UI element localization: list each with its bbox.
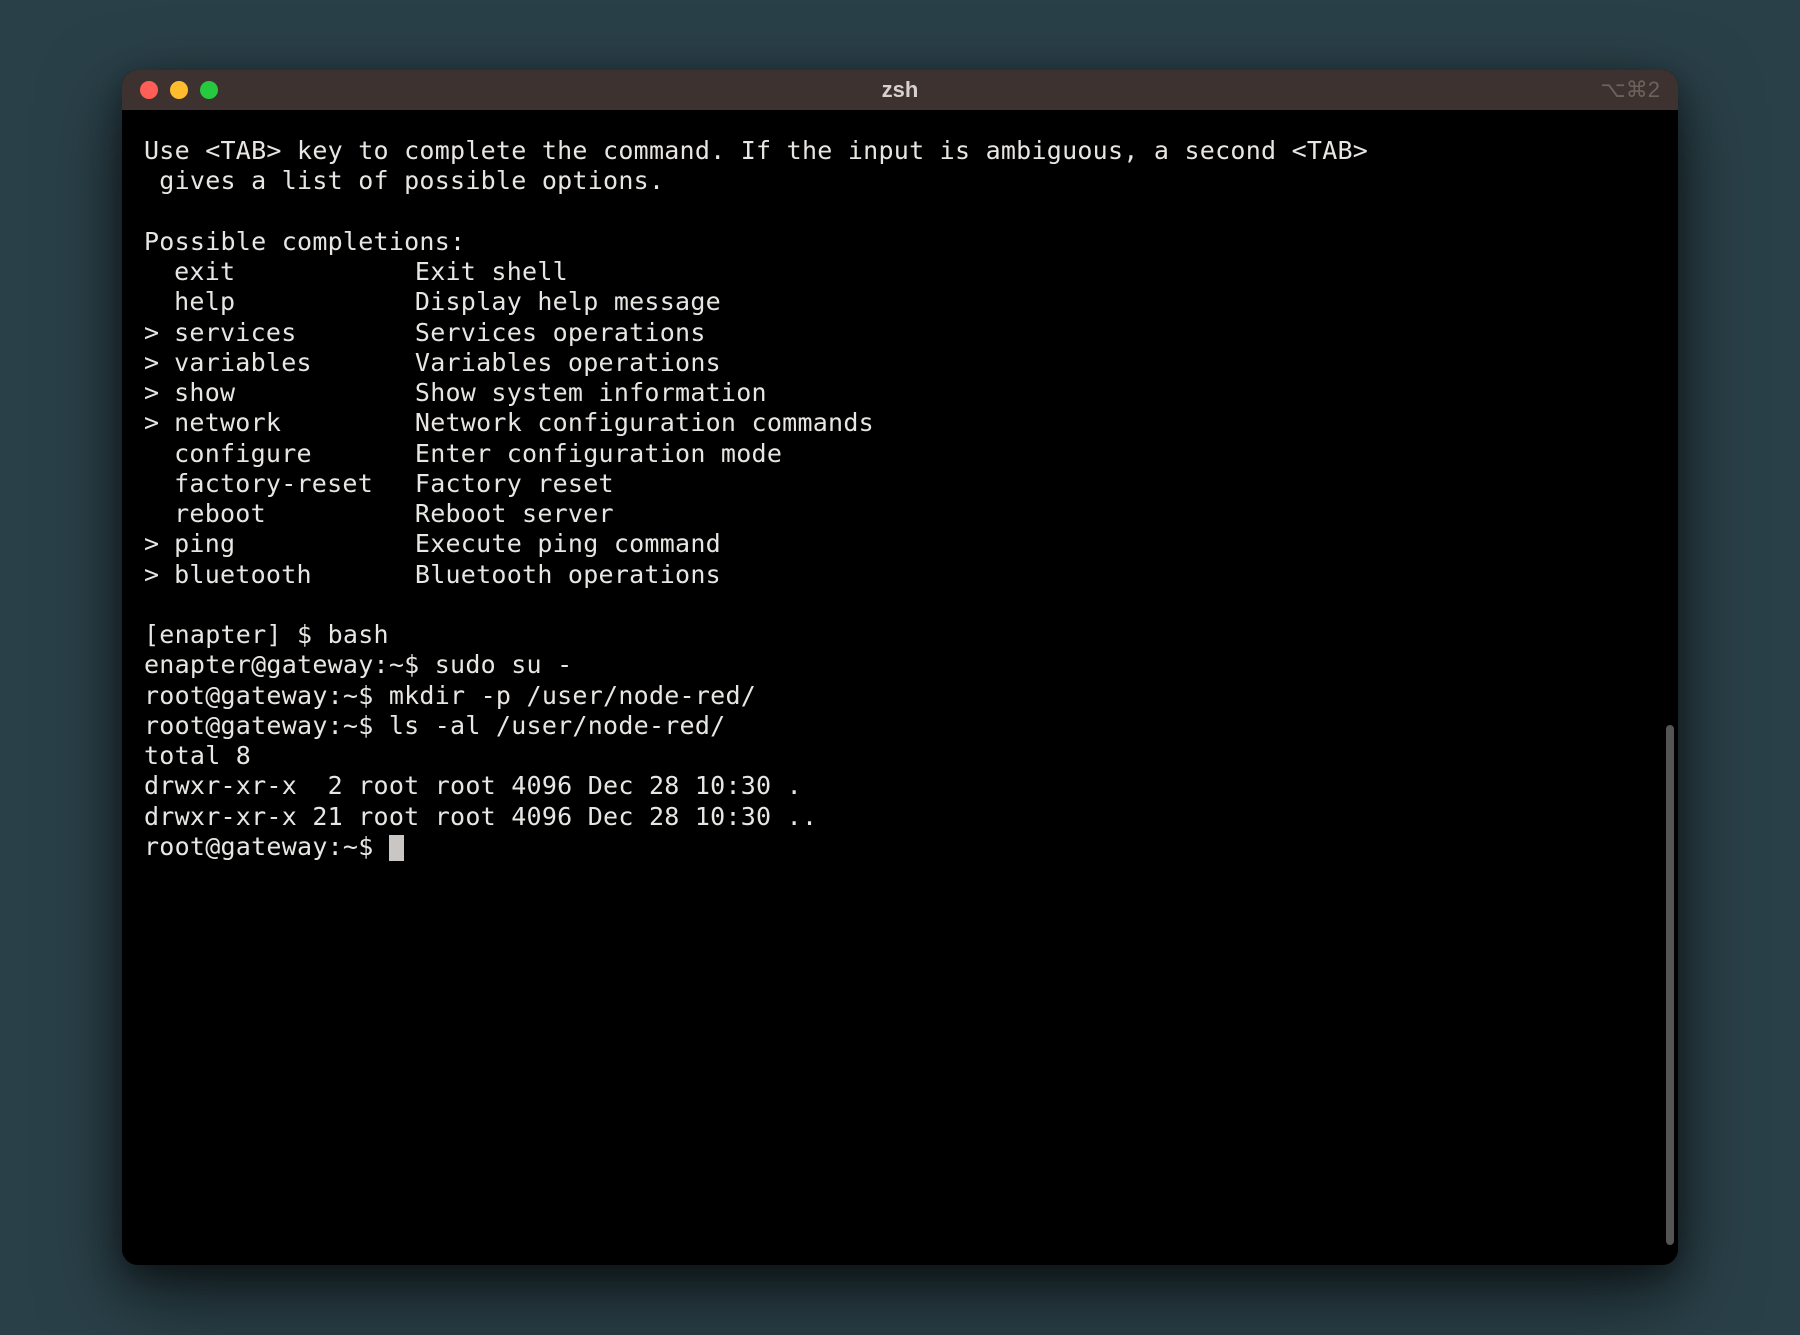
completion-desc: Bluetooth operations xyxy=(415,560,721,590)
shell-line: drwxr-xr-x 2 root root 4096 Dec 28 10:30… xyxy=(144,771,1656,801)
completion-desc: Enter configuration mode xyxy=(415,439,782,469)
completion-row: configureEnter configuration mode xyxy=(144,439,1656,469)
prompt-line[interactable]: root@gateway:~$ xyxy=(144,832,1656,862)
completion-cmd: configure xyxy=(174,439,415,469)
blank-line xyxy=(144,590,1656,620)
shell-line: enapter@gateway:~$ sudo su - xyxy=(144,650,1656,680)
completion-desc: Network configuration commands xyxy=(415,408,874,438)
completion-cmd: factory-reset xyxy=(174,469,415,499)
completion-cmd: bluetooth xyxy=(174,560,415,590)
close-button[interactable] xyxy=(140,81,158,99)
completion-row: > pingExecute ping command xyxy=(144,529,1656,559)
completion-row: > variablesVariables operations xyxy=(144,348,1656,378)
shell-line: drwxr-xr-x 21 root root 4096 Dec 28 10:3… xyxy=(144,802,1656,832)
completion-cmd: exit xyxy=(174,257,415,287)
completion-cmd: show xyxy=(174,378,415,408)
completion-row: factory-resetFactory reset xyxy=(144,469,1656,499)
completion-desc: Reboot server xyxy=(415,499,614,529)
completion-desc: Execute ping command xyxy=(415,529,721,559)
completion-cmd: reboot xyxy=(174,499,415,529)
shell-line: root@gateway:~$ mkdir -p /user/node-red/ xyxy=(144,681,1656,711)
completion-desc: Factory reset xyxy=(415,469,614,499)
minimize-button[interactable] xyxy=(170,81,188,99)
intro-line: gives a list of possible options. xyxy=(144,166,1656,196)
completion-marker xyxy=(144,287,174,317)
completion-marker: > xyxy=(144,529,174,559)
completion-row: helpDisplay help message xyxy=(144,287,1656,317)
completion-cmd: network xyxy=(174,408,415,438)
completion-cmd: services xyxy=(174,318,415,348)
title-bar: zsh ⌥⌘2 xyxy=(122,70,1678,110)
completion-desc: Variables operations xyxy=(415,348,721,378)
completion-marker: > xyxy=(144,318,174,348)
completion-marker: > xyxy=(144,560,174,590)
terminal-content[interactable]: Use <TAB> key to complete the command. I… xyxy=(122,110,1678,1265)
completion-row: rebootReboot server xyxy=(144,499,1656,529)
window-shortcut-badge: ⌥⌘2 xyxy=(1600,77,1660,103)
window-title: zsh xyxy=(882,77,919,103)
shell-line: root@gateway:~$ ls -al /user/node-red/ xyxy=(144,711,1656,741)
scrollbar-thumb[interactable] xyxy=(1666,725,1674,1245)
completion-marker: > xyxy=(144,378,174,408)
completion-desc: Services operations xyxy=(415,318,706,348)
completion-marker xyxy=(144,469,174,499)
completion-marker: > xyxy=(144,348,174,378)
cursor-icon xyxy=(389,835,404,861)
maximize-button[interactable] xyxy=(200,81,218,99)
completion-marker xyxy=(144,257,174,287)
completion-desc: Exit shell xyxy=(415,257,568,287)
completion-desc: Show system information xyxy=(415,378,767,408)
traffic-lights xyxy=(140,81,218,99)
completion-cmd: variables xyxy=(174,348,415,378)
completion-cmd: ping xyxy=(174,529,415,559)
shell-line: [enapter] $ bash xyxy=(144,620,1656,650)
terminal-window: zsh ⌥⌘2 Use <TAB> key to complete the co… xyxy=(122,70,1678,1265)
completion-marker xyxy=(144,499,174,529)
completion-row: > networkNetwork configuration commands xyxy=(144,408,1656,438)
completion-cmd: help xyxy=(174,287,415,317)
completion-row: > servicesServices operations xyxy=(144,318,1656,348)
intro-line: Use <TAB> key to complete the command. I… xyxy=(144,136,1656,166)
blank-line xyxy=(144,197,1656,227)
completion-marker: > xyxy=(144,408,174,438)
completion-row: > bluetoothBluetooth operations xyxy=(144,560,1656,590)
completion-marker xyxy=(144,439,174,469)
completions-header: Possible completions: xyxy=(144,227,1656,257)
completion-row: exitExit shell xyxy=(144,257,1656,287)
completion-desc: Display help message xyxy=(415,287,721,317)
shell-line: total 8 xyxy=(144,741,1656,771)
completion-row: > showShow system information xyxy=(144,378,1656,408)
prompt-text: root@gateway:~$ xyxy=(144,832,389,861)
